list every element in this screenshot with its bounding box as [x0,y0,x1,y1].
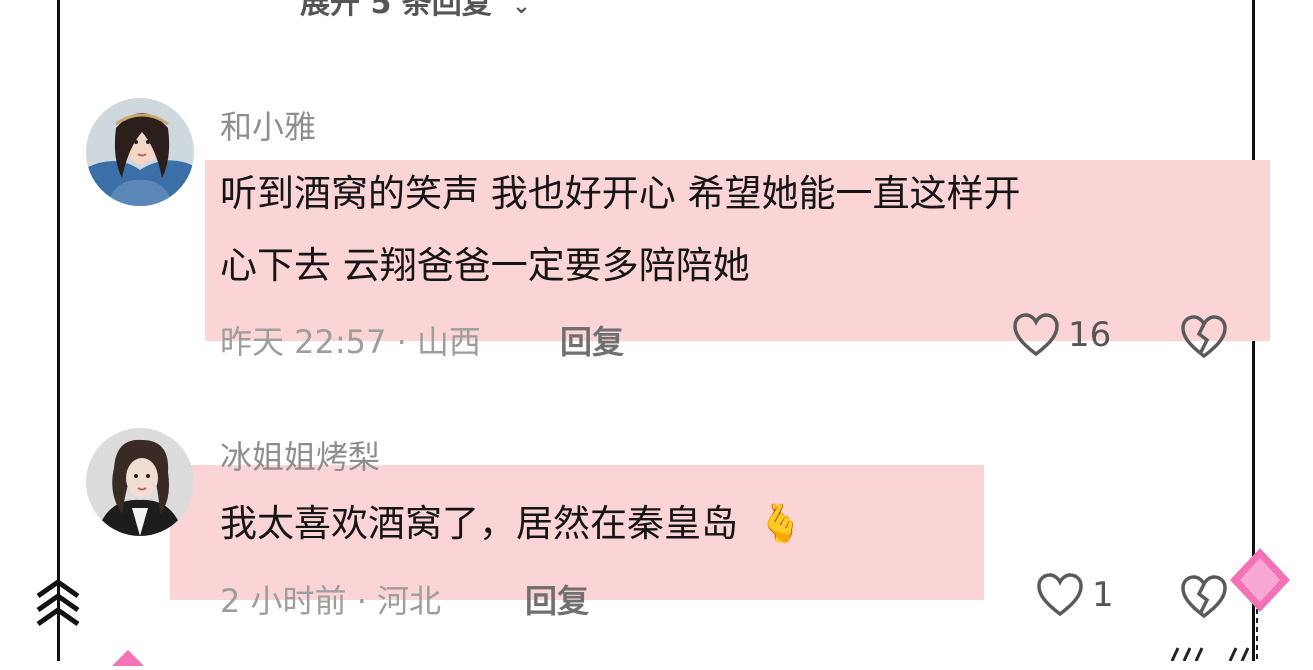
pink-diamond-icon [108,646,148,670]
reply-button[interactable]: 回复 [525,576,589,622]
like-button[interactable]: 1 [1036,572,1114,618]
arrow-decoration-icon [36,578,80,642]
username[interactable]: 冰姐姐烤梨 [220,432,380,478]
stripe-decoration-icon [1170,646,1270,665]
like-count: 1 [1092,575,1114,615]
dislike-broken-heart-icon[interactable] [1180,574,1228,620]
comment-text: 我太喜欢酒窝了，居然在秦皇岛 🫰 [220,488,804,560]
comment-item: 冰姐姐烤梨 我太喜欢酒窝了，居然在秦皇岛 🫰 2 小时前 · 河北 回复 1 [0,0,1313,661]
time-location: 2 小时前 · 河北 [220,582,442,620]
avatar[interactable] [86,428,194,536]
comment-text-line: 我太喜欢酒窝了，居然在秦皇岛 [220,502,738,545]
finger-heart-emoji: 🫰 [757,502,804,545]
pink-heart-sticker-icon [1226,544,1294,620]
heart-outline-icon [1036,572,1084,618]
